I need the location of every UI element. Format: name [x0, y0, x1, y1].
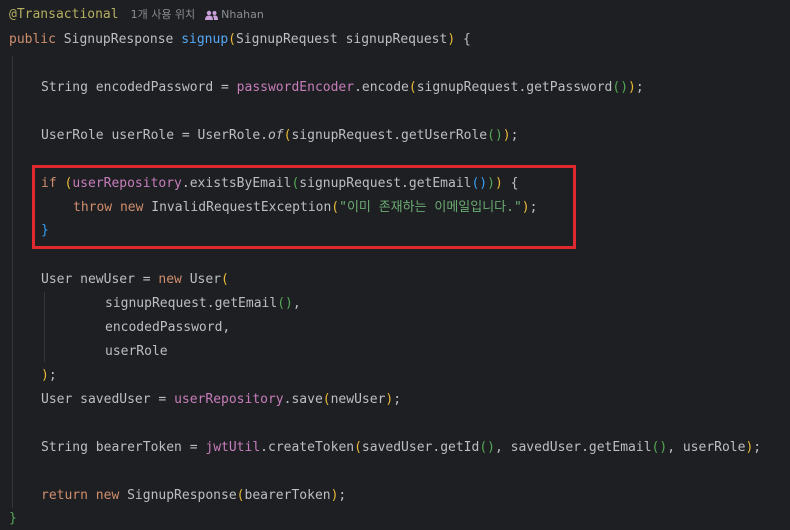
paren: ( [221, 272, 229, 287]
annotation: @Transactional [9, 7, 119, 22]
code-line-arg-password[interactable]: encodedPassword, [105, 319, 230, 337]
highlight-box [32, 165, 576, 249]
code-line-arg-email[interactable]: signupRequest.getEmail(), [105, 295, 301, 313]
code-text: , savedUser.getEmail [494, 440, 652, 455]
field-ref: jwtUtil [205, 440, 261, 455]
code-text: newUser [330, 392, 386, 407]
code-text: userRole [105, 344, 168, 359]
keyword: new [158, 272, 190, 287]
keyword: public [9, 32, 64, 47]
code-text: UserRole userRole = UserRole. [41, 128, 268, 143]
code-line-new-user[interactable]: User newUser = new User( [41, 271, 229, 289]
code-text: String bearerToken = [41, 440, 206, 455]
code-text: savedUser.getId [361, 440, 480, 455]
paren: () [479, 440, 495, 455]
semicolon: ; [635, 80, 644, 95]
paren: () [651, 440, 668, 455]
author-hint[interactable]: Nhahan [205, 6, 264, 24]
code-text: .createToken [260, 440, 355, 455]
code-text: encodedPassword, [105, 320, 231, 335]
static-method: of [267, 128, 284, 143]
paren: ( [322, 392, 331, 407]
code-text: User [189, 272, 222, 287]
field-ref: passwordEncoder [236, 80, 355, 95]
indent-guide [12, 56, 13, 508]
paren: ) [41, 368, 49, 383]
semicolon: ; [338, 488, 347, 503]
code-text: bearerToken [244, 488, 331, 503]
paren: ) [447, 32, 456, 47]
semicolon: ; [510, 128, 519, 143]
paren: () [277, 296, 293, 311]
parameters: SignupRequest signupRequest [236, 32, 448, 47]
code-editor[interactable]: @Transactional 1개 사용 위치 Nhahan public Si… [0, 0, 790, 530]
method-name: signup [181, 32, 229, 47]
people-icon [205, 10, 219, 20]
code-line-return[interactable]: return new SignupResponse(bearerToken); [41, 487, 346, 505]
comma: , [292, 296, 301, 311]
usages-hint[interactable]: 1개 사용 위치 [131, 6, 196, 24]
brace: } [9, 511, 17, 526]
code-text: signupRequest.getEmail [105, 296, 278, 311]
author-name: Nhahan [221, 8, 264, 21]
semicolon: ; [753, 440, 762, 455]
semicolon: ; [48, 368, 57, 383]
code-line-encoded-password[interactable]: String encodedPassword = passwordEncoder… [41, 79, 644, 97]
code-line-saved-user[interactable]: User savedUser = userRepository.save(new… [41, 391, 401, 409]
code-text: .save [283, 392, 323, 407]
code-line-user-role[interactable]: UserRole userRole = UserRole.of(signupRe… [41, 127, 518, 145]
code-text: , userRole [667, 440, 746, 455]
paren: () [487, 128, 503, 143]
code-text: .encode [354, 80, 409, 95]
code-text: String encodedPassword = [41, 80, 237, 95]
paren: () [612, 80, 629, 95]
paren: ( [228, 32, 236, 47]
code-line-bearer-token[interactable]: String bearerToken = jwtUtil.createToken… [41, 439, 761, 457]
paren: ( [354, 440, 362, 455]
paren: ) [502, 128, 511, 143]
indent-guide [44, 292, 45, 362]
code-line-close-method[interactable]: } [9, 510, 17, 528]
annotation-hint-line: @Transactional 1개 사용 위치 Nhahan [9, 6, 264, 24]
semicolon: ; [393, 392, 402, 407]
brace: { [455, 32, 471, 47]
paren: ( [236, 488, 245, 503]
code-text: SignupResponse [127, 488, 237, 503]
code-line-method-signature[interactable]: public SignupResponse signup(SignupReque… [9, 31, 471, 49]
paren: ( [408, 80, 417, 95]
keyword: return new [41, 488, 128, 503]
code-text: signupRequest.getPassword [416, 80, 613, 95]
code-line-arg-role[interactable]: userRole [105, 343, 168, 361]
code-line-close-user[interactable]: ); [41, 367, 57, 385]
code-text: signupRequest.getUserRole [291, 128, 488, 143]
code-text: User newUser = [41, 272, 159, 287]
return-type: SignupResponse [63, 32, 182, 47]
field-ref: userRepository [174, 392, 284, 407]
paren: ) [628, 80, 636, 95]
code-text: User savedUser = [41, 392, 175, 407]
